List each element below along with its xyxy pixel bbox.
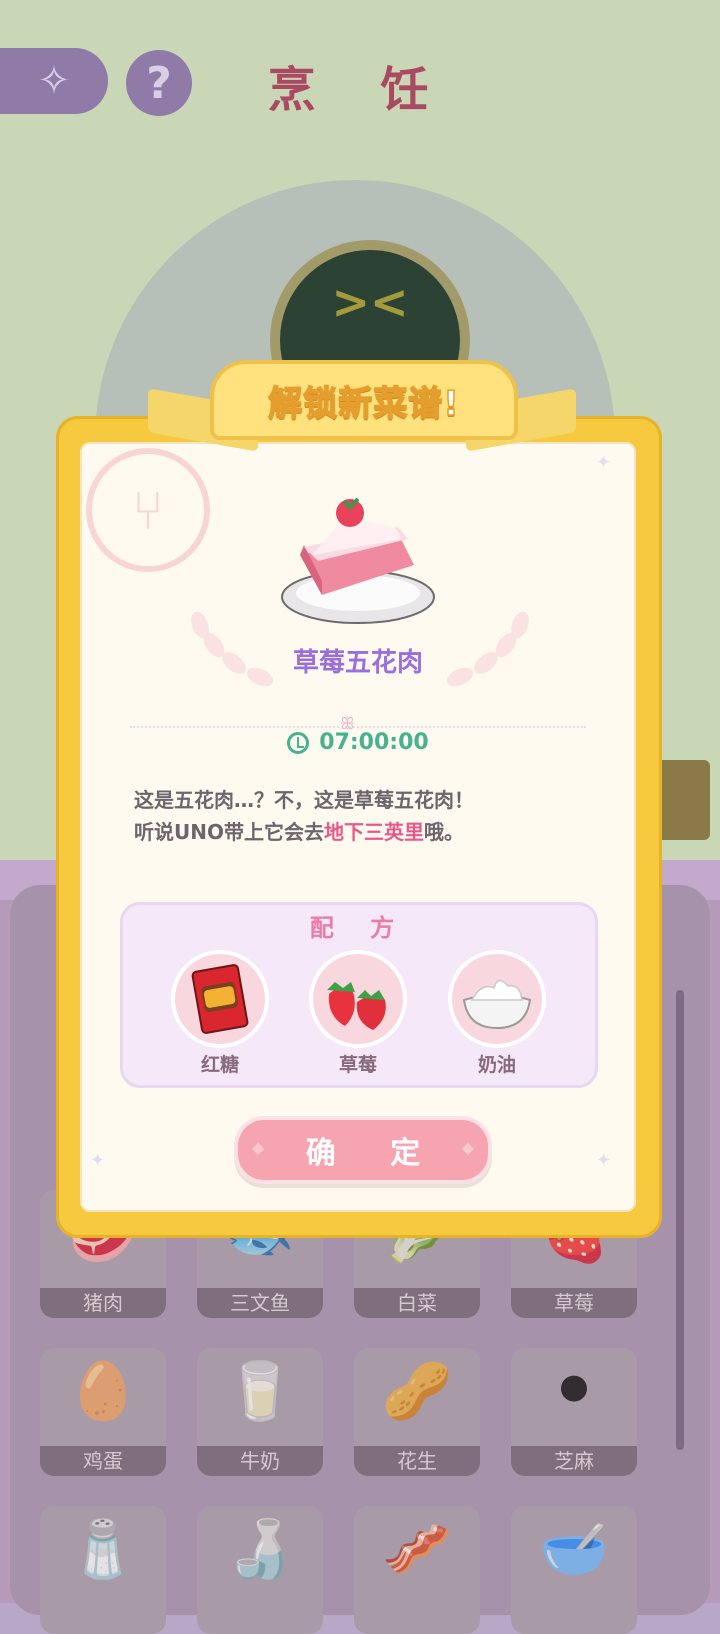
ingredient-name: 奶油: [477, 1054, 516, 1076]
strawberry-cake-icon: [281, 497, 435, 624]
ingredient-cell[interactable]: 🧂: [40, 1506, 166, 1634]
unlock-banner: 解锁新菜谱!: [210, 360, 518, 440]
recipe-title: 配 方: [309, 914, 409, 942]
banner-title: 解锁新菜谱!: [267, 383, 460, 425]
ingredient-label: 花生: [354, 1446, 480, 1476]
ingredient-label: 白菜: [354, 1288, 480, 1318]
ingredient-icon: 🥚: [68, 1359, 138, 1424]
sparkle-icon: ✦: [596, 1150, 612, 1171]
description-line-1: 这是五花肉…？不，这是草莓五花肉！: [134, 788, 474, 812]
brown-sugar-icon: [191, 964, 249, 1034]
sparkle-icon: ✦: [90, 1150, 106, 1171]
ingredient-cell[interactable]: 🥜 花生: [354, 1348, 480, 1476]
ingredient-cell[interactable]: 🥓: [354, 1506, 480, 1634]
cream-icon: [462, 979, 532, 1030]
dish-description: 这是五花肉…？不，这是草莓五花肉！ 听说UNO带上它会去地下三英里哦。: [134, 784, 594, 848]
ingredient-label: 草莓: [511, 1288, 637, 1318]
ingredient-icon: 🥜: [382, 1359, 452, 1424]
robot-eyes: ><: [331, 275, 409, 329]
ingredient-name: 红糖: [200, 1054, 239, 1076]
ingredient-label: 三文鱼: [197, 1288, 323, 1318]
clock-icon: [287, 731, 310, 754]
sparkle-icon: ✦: [596, 452, 612, 473]
ingredient-cell[interactable]: 🍶: [197, 1506, 323, 1634]
cook-time: 07:00:00: [319, 730, 429, 755]
ingredient-icon: 🥓: [382, 1517, 452, 1582]
ingredient-icon: 🍶: [225, 1517, 295, 1582]
ingredient-label: 鸡蛋: [40, 1446, 166, 1476]
ingredient-cream: 奶油: [445, 950, 549, 1077]
ingredient-scrollbar[interactable]: [676, 990, 684, 1450]
cutlery-stamp-icon: ⑂: [86, 448, 210, 572]
ingredient-icon: ⚫: [550, 1358, 598, 1423]
ingredient-icon: 🥛: [225, 1359, 295, 1424]
ingredient-label: 猪肉: [40, 1288, 166, 1318]
strawberry-icon: [327, 982, 386, 1030]
ingredient-brown-sugar: 红糖: [168, 950, 272, 1077]
ingredient-cell[interactable]: ⚫ 芝麻: [511, 1348, 637, 1476]
ingredient-icon: 🥣: [539, 1517, 609, 1582]
ingredient-icon: 🧂: [68, 1517, 138, 1582]
ingredient-cell[interactable]: 🥚 鸡蛋: [40, 1348, 166, 1476]
dish-name: 草莓五花肉: [292, 648, 423, 678]
ingredient-name: 草莓: [338, 1054, 377, 1076]
description-highlight: 地下三英里: [323, 820, 424, 844]
ingredient-strawberry: 草莓: [306, 950, 410, 1077]
ingredient-label: 牛奶: [197, 1446, 323, 1476]
ingredient-cell[interactable]: 🥛 牛奶: [197, 1348, 323, 1476]
ingredient-cell[interactable]: 🥣: [511, 1506, 637, 1634]
page-title: 烹 饪: [267, 62, 453, 118]
confirm-button[interactable]: 确 定: [234, 1116, 492, 1184]
divider: [130, 726, 586, 728]
description-line-2: 听说UNO带上它会去地下三英里哦。: [134, 820, 464, 844]
confirm-label: 确 定: [305, 1136, 443, 1171]
ingredient-label: 芝麻: [511, 1446, 637, 1476]
cook-timer: 07:00:00: [80, 730, 636, 755]
